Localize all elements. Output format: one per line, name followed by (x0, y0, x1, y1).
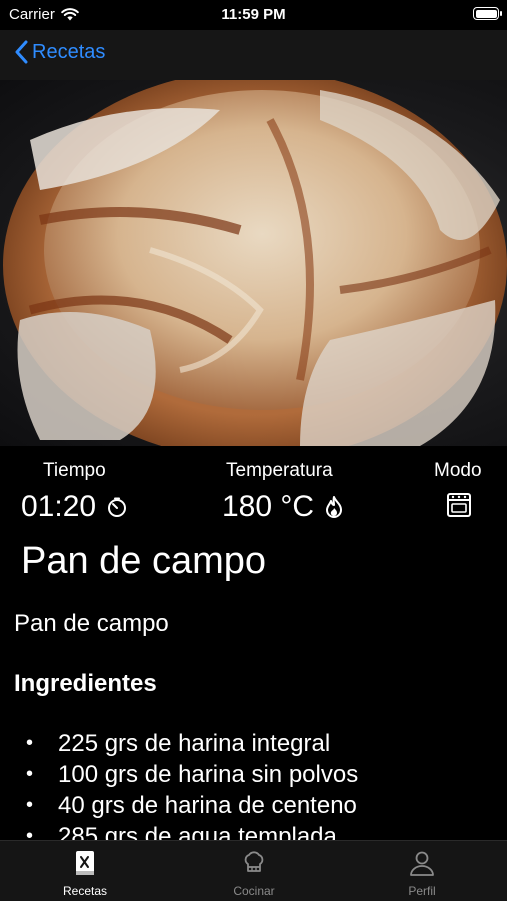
recipe-photo (0, 80, 507, 446)
mode-stat (446, 492, 472, 518)
oven-icon (447, 493, 471, 517)
chevron-left-icon (15, 40, 28, 64)
clock: 11:59 PM (221, 6, 286, 23)
back-button-label: Recetas (32, 40, 106, 63)
ingredient-item: 40 grs de harina de centeno (0, 790, 507, 821)
navigation-bar: Recetas (0, 30, 507, 80)
mode-label: Modo (434, 460, 482, 481)
tab-cocinar[interactable]: Cocinar (194, 841, 314, 901)
ingredient-item: 285 grs de agua templada (0, 821, 507, 840)
ingredient-item: 100 grs de harina sin polvos (0, 759, 507, 790)
tab-cocinar-label: Cocinar (233, 884, 275, 898)
person-icon (410, 851, 434, 876)
ingredient-item: 225 grs de harina integral (0, 728, 507, 759)
recipe-description: Pan de campo (14, 610, 169, 637)
tab-recetas[interactable]: Recetas (25, 841, 145, 901)
recipe-stats: Tiempo 01:20 Temperatura 180 °C Modo (0, 446, 507, 536)
ingredients-list: 225 grs de harina integral 100 grs de ha… (0, 728, 507, 840)
chef-hat-icon (244, 851, 264, 872)
tab-perfil[interactable]: Perfil (362, 841, 482, 901)
time-label: Tiempo (43, 460, 106, 481)
temperature-stat: 180 °C (222, 490, 344, 524)
bread-illustration (3, 80, 507, 446)
temperature-label: Temperatura (226, 460, 333, 481)
time-stat: 01:20 (21, 490, 128, 524)
battery-icon (473, 7, 502, 20)
status-bar: Carrier 11:59 PM (0, 0, 507, 30)
timer-icon (108, 497, 127, 517)
ingredients-heading: Ingredientes (14, 670, 157, 697)
temperature-value: 180 °C (222, 490, 315, 523)
back-button[interactable]: Recetas (14, 40, 105, 64)
time-value: 01:20 (21, 490, 97, 523)
recipe-book-icon (76, 851, 94, 875)
flame-icon (326, 496, 343, 518)
tab-recetas-label: Recetas (62, 884, 108, 898)
tab-bar: Recetas Cocinar Perfil (0, 840, 507, 901)
tab-perfil-label: Perfil (408, 884, 436, 898)
recipe-title: Pan de campo (21, 540, 267, 582)
